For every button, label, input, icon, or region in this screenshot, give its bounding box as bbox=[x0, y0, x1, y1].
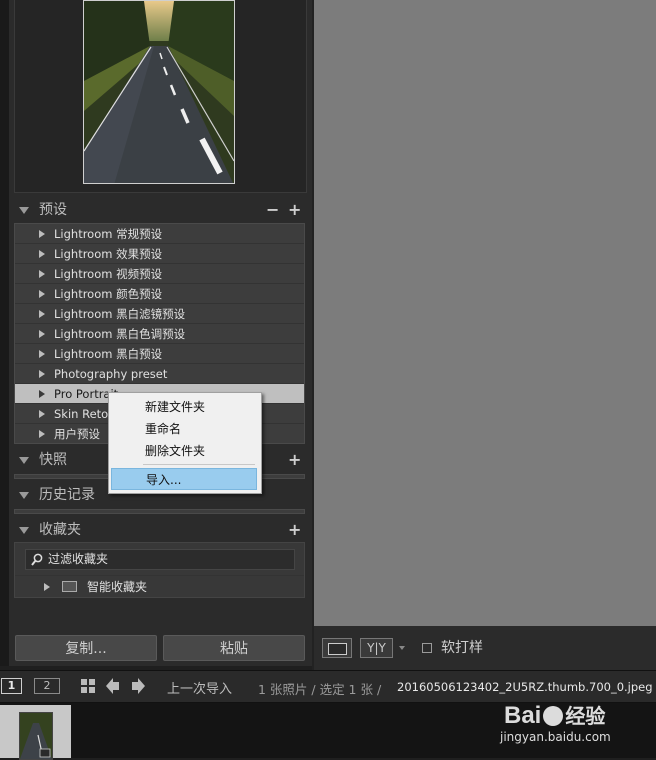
smart-collection-folder-icon bbox=[62, 581, 77, 592]
collapse-triangle-icon[interactable] bbox=[19, 526, 29, 534]
smart-collection-item[interactable]: 智能收藏夹 bbox=[15, 575, 304, 598]
loupe-view-button[interactable] bbox=[322, 638, 352, 658]
chevron-down-icon[interactable] bbox=[399, 646, 405, 650]
develop-toolbar: Y|Y 软打样 bbox=[312, 626, 656, 670]
left-panel-edge bbox=[0, 0, 9, 666]
context-menu: 新建文件夹 重命名 删除文件夹 导入... bbox=[108, 392, 262, 494]
expand-triangle-icon[interactable] bbox=[39, 390, 45, 398]
collections-header[interactable]: 收藏夹 + bbox=[16, 519, 306, 541]
menu-item-new-folder[interactable]: 新建文件夹 bbox=[111, 396, 257, 418]
second-screen-button[interactable]: 2 bbox=[34, 678, 60, 694]
preset-folder[interactable]: Lightroom 黑白色调预设 bbox=[15, 324, 304, 344]
expand-triangle-icon[interactable] bbox=[39, 370, 45, 378]
filmstrip-thumbnail[interactable] bbox=[19, 712, 53, 760]
grid-view-icon[interactable] bbox=[80, 678, 96, 697]
baidu-jingyan-watermark: Bai 经验 jingyan.baidu.com bbox=[500, 696, 650, 754]
presets-title: 预设 bbox=[39, 202, 67, 218]
preset-folder[interactable]: Lightroom 视频预设 bbox=[15, 264, 304, 284]
preset-folder[interactable]: Lightroom 效果预设 bbox=[15, 244, 304, 264]
collections-title: 收藏夹 bbox=[39, 522, 81, 538]
expand-triangle-icon[interactable] bbox=[39, 250, 45, 258]
source-label[interactable]: 上一次导入 bbox=[167, 678, 232, 697]
expand-triangle-icon[interactable] bbox=[39, 430, 45, 438]
collections-list: 过滤收藏夹 智能收藏夹 bbox=[14, 542, 305, 598]
preset-folder[interactable]: Lightroom 颜色预设 bbox=[15, 284, 304, 304]
expand-triangle-icon[interactable] bbox=[39, 410, 45, 418]
filmstrip-thumbnail-cell[interactable] bbox=[0, 705, 71, 760]
collection-filter-text: 过滤收藏夹 bbox=[48, 552, 109, 566]
expand-triangle-icon[interactable] bbox=[39, 310, 45, 318]
current-filename: 20160506123402_2U5RZ.thumb.700_0.jpeg bbox=[397, 680, 653, 694]
presets-header[interactable]: 预设 − + bbox=[16, 199, 306, 221]
photo-count: 1 张照片 / 选定 1 张 / bbox=[258, 682, 382, 697]
history-title: 历史记录 bbox=[39, 487, 95, 503]
smart-collection-label: 智能收藏夹 bbox=[87, 580, 148, 594]
collection-filter-input[interactable]: 过滤收藏夹 bbox=[25, 549, 295, 570]
add-preset-button[interactable]: + bbox=[288, 199, 301, 221]
preset-folder[interactable]: Photography preset bbox=[15, 364, 304, 384]
expand-triangle-icon[interactable] bbox=[44, 583, 50, 591]
watermark-url: jingyan.baidu.com bbox=[500, 730, 611, 744]
paw-icon bbox=[543, 706, 564, 726]
collapse-triangle-icon[interactable] bbox=[19, 206, 29, 214]
back-arrow-icon[interactable] bbox=[106, 678, 120, 697]
menu-separator bbox=[143, 464, 255, 465]
expand-triangle-icon[interactable] bbox=[39, 350, 45, 358]
main-screen-button[interactable]: 1 bbox=[1, 678, 22, 694]
menu-item-import[interactable]: 导入... bbox=[111, 468, 257, 490]
expand-triangle-icon[interactable] bbox=[39, 290, 45, 298]
expand-triangle-icon[interactable] bbox=[39, 230, 45, 238]
expand-triangle-icon[interactable] bbox=[39, 330, 45, 338]
before-after-button[interactable]: Y|Y bbox=[360, 638, 393, 658]
copy-settings-button[interactable]: 复制... bbox=[15, 635, 157, 661]
paste-settings-button[interactable]: 粘贴 bbox=[163, 635, 305, 661]
add-collection-button[interactable]: + bbox=[288, 519, 301, 541]
loupe-view-icon bbox=[328, 643, 347, 655]
collapse-triangle-icon[interactable] bbox=[19, 491, 29, 499]
remove-preset-button[interactable]: − bbox=[266, 199, 279, 221]
preset-folder[interactable]: Lightroom 黑白预设 bbox=[15, 344, 304, 364]
watermark-brand-2: 经验 bbox=[565, 706, 606, 728]
preset-folder[interactable]: Lightroom 黑白滤镜预设 bbox=[15, 304, 304, 324]
add-snapshot-button[interactable]: + bbox=[288, 449, 301, 471]
menu-item-rename[interactable]: 重命名 bbox=[111, 418, 257, 440]
soft-proof-label: 软打样 bbox=[441, 640, 483, 656]
collapse-triangle-icon[interactable] bbox=[19, 456, 29, 464]
soft-proof-checkbox[interactable] bbox=[422, 643, 432, 653]
search-icon bbox=[31, 553, 43, 572]
snapshots-title: 快照 bbox=[39, 452, 67, 468]
preset-folder[interactable]: Lightroom 常规预设 bbox=[15, 224, 304, 244]
history-list bbox=[14, 509, 305, 514]
forward-arrow-icon[interactable] bbox=[131, 678, 145, 697]
watermark-brand: Bai bbox=[504, 702, 542, 729]
navigator-preview-image[interactable] bbox=[83, 0, 235, 184]
develop-image-canvas[interactable] bbox=[312, 0, 656, 626]
menu-item-delete-folder[interactable]: 删除文件夹 bbox=[111, 440, 257, 462]
expand-triangle-icon[interactable] bbox=[39, 270, 45, 278]
